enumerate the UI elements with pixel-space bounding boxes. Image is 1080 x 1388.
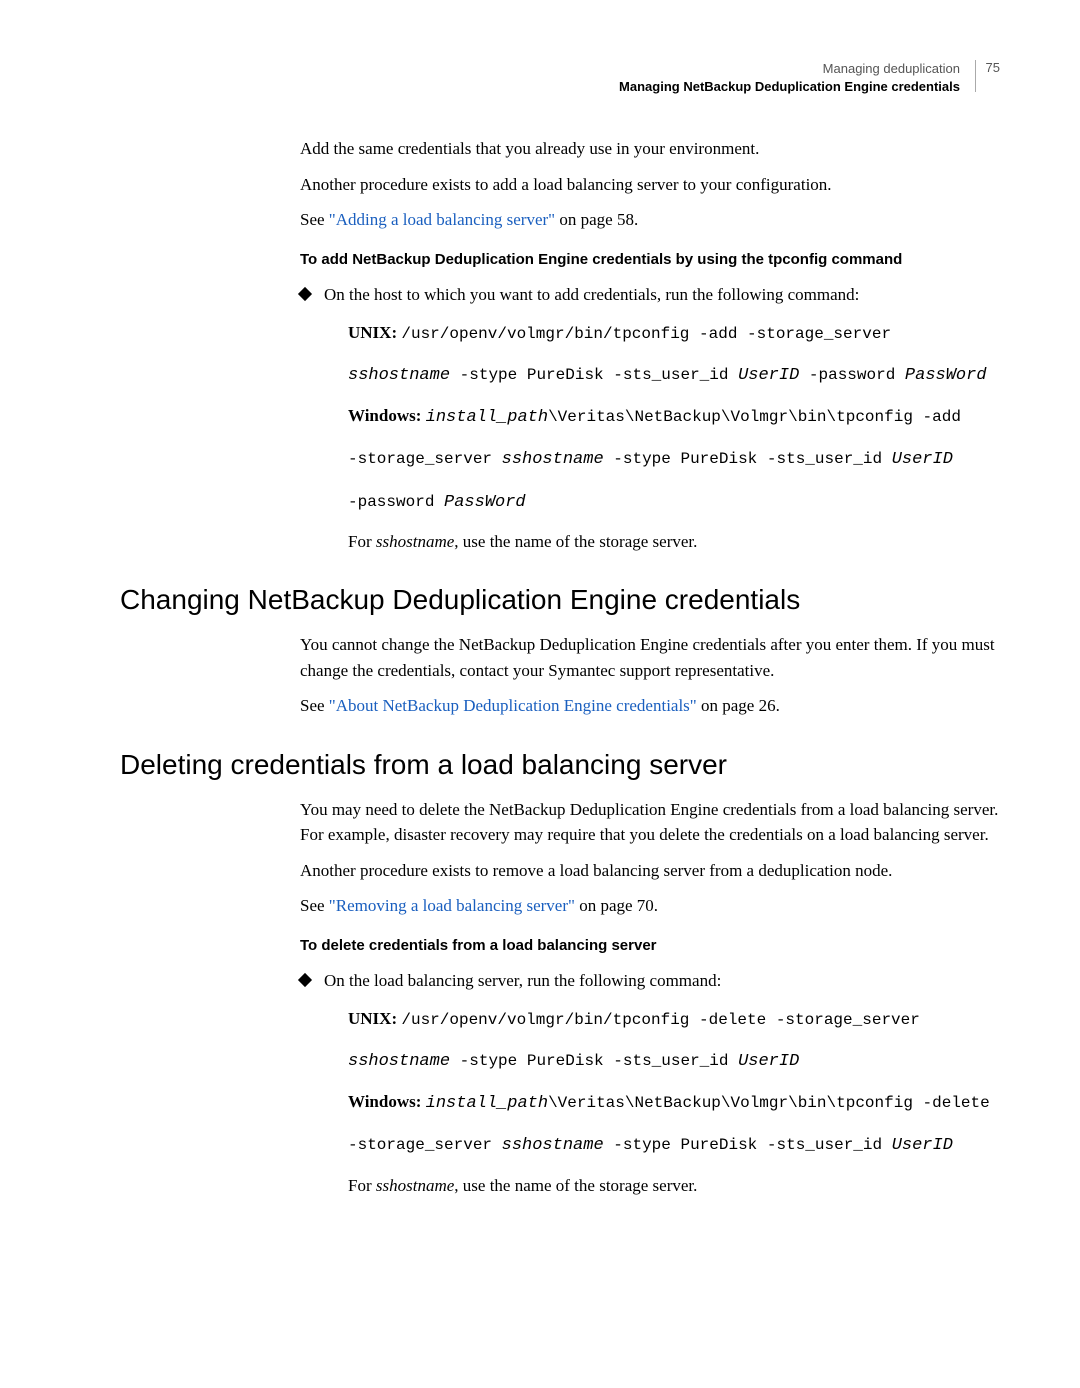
section-title-deleting: Deleting credentials from a load balanci… xyxy=(120,749,1000,781)
intro-block: Add the same credentials that you alread… xyxy=(300,136,1000,554)
closing-note-add: For sshostname, use the name of the stor… xyxy=(348,529,1000,555)
closing-note-delete: For sshostname, use the name of the stor… xyxy=(348,1173,1000,1199)
see-reference: See "Adding a load balancing server" on … xyxy=(300,207,1000,233)
intro-paragraph-2: Another procedure exists to add a load b… xyxy=(300,172,1000,198)
page-header: Managing deduplication Managing NetBacku… xyxy=(120,60,1000,96)
deleting-block: You may need to delete the NetBackup Ded… xyxy=(300,797,1000,1198)
windows-command-block: Windows: install_path\Veritas\NetBackup\… xyxy=(348,400,1000,519)
link-adding-load-balancing[interactable]: "Adding a load balancing server" xyxy=(329,210,555,229)
header-section: Managing NetBackup Deduplication Engine … xyxy=(120,78,1000,96)
changing-paragraph: You cannot change the NetBackup Deduplic… xyxy=(300,632,1000,683)
unix-label-delete: UNIX: xyxy=(348,1009,401,1028)
windows-delete-command-block: Windows: install_path\Veritas\NetBackup\… xyxy=(348,1086,1000,1163)
page-number: 75 xyxy=(975,60,1000,92)
see-reference-deleting: See "Removing a load balancing server" o… xyxy=(300,893,1000,919)
deleting-paragraph-2: Another procedure exists to remove a loa… xyxy=(300,858,1000,884)
procedure-heading-add: To add NetBackup Deduplication Engine cr… xyxy=(300,251,1000,268)
unix-command-block: UNIX: /usr/openv/volmgr/bin/tpconfig -ad… xyxy=(348,317,1000,392)
changing-block: You cannot change the NetBackup Deduplic… xyxy=(300,632,1000,719)
link-removing-load-balancing[interactable]: "Removing a load balancing server" xyxy=(329,896,575,915)
unix-label: UNIX: xyxy=(348,323,401,342)
windows-label-delete: Windows: xyxy=(348,1092,426,1111)
deleting-paragraph-1: You may need to delete the NetBackup Ded… xyxy=(300,797,1000,848)
link-about-credentials[interactable]: "About NetBackup Deduplication Engine cr… xyxy=(329,696,697,715)
intro-paragraph-1: Add the same credentials that you alread… xyxy=(300,136,1000,162)
windows-label: Windows: xyxy=(348,406,426,425)
section-title-changing: Changing NetBackup Deduplication Engine … xyxy=(120,584,1000,616)
see-reference-changing: See "About NetBackup Deduplication Engin… xyxy=(300,693,1000,719)
bullet-add-credentials: On the host to which you want to add cre… xyxy=(300,282,1000,308)
bullet-diamond-icon xyxy=(298,973,312,987)
unix-delete-command-block: UNIX: /usr/openv/volmgr/bin/tpconfig -de… xyxy=(348,1003,1000,1078)
procedure-heading-delete: To delete credentials from a load balanc… xyxy=(300,937,1000,954)
bullet-diamond-icon xyxy=(298,287,312,301)
header-chapter: Managing deduplication xyxy=(120,60,1000,78)
bullet-delete-credentials: On the load balancing server, run the fo… xyxy=(300,968,1000,994)
